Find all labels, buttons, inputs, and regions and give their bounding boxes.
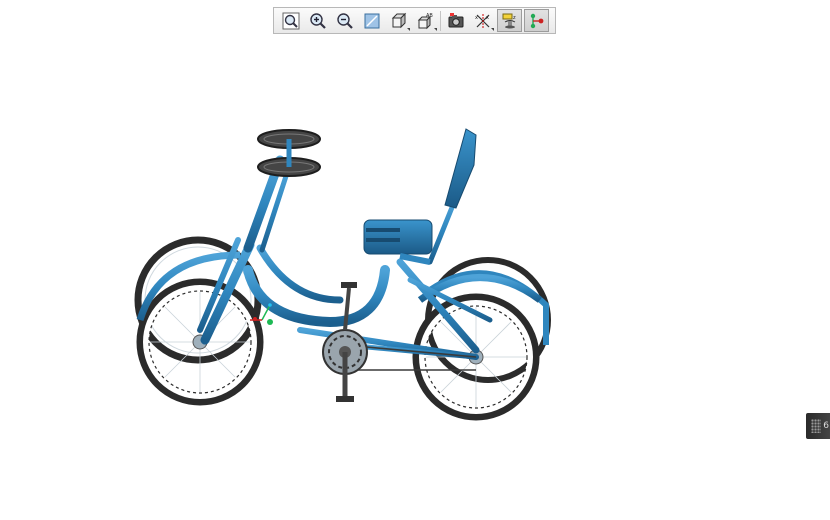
zoom-in-button[interactable] (305, 9, 330, 32)
svg-text:AB: AB (426, 13, 433, 19)
svg-text:x: x (475, 15, 478, 21)
repaint-button[interactable] (359, 9, 384, 32)
saved-views-icon: AB (417, 13, 433, 29)
model-viewport[interactable] (0, 40, 830, 520)
camera-icon (448, 12, 463, 27)
display-style-button[interactable] (386, 9, 411, 32)
spin-center-button[interactable]: z (497, 9, 522, 32)
dropdown-caret-icon (491, 28, 494, 31)
graphics-toolbar: AB x x z (273, 7, 556, 34)
zoom-fit-button[interactable] (278, 9, 303, 32)
zoom-out-button[interactable] (332, 9, 357, 32)
annotation-display-button[interactable] (524, 9, 549, 32)
dropdown-caret-icon (434, 28, 437, 31)
tricycle-model[interactable] (134, 128, 551, 421)
svg-text:z: z (513, 15, 516, 21)
spin-center-icon: z (502, 13, 516, 28)
dropdown-caret-icon (407, 28, 410, 31)
seat (363, 128, 477, 265)
toolbar-separator (440, 10, 441, 31)
repaint-icon (364, 13, 379, 28)
zoom-in-icon (309, 12, 326, 29)
datum-axes-icon: x x (475, 13, 489, 28)
grip-icon (811, 419, 821, 433)
svg-text:x: x (486, 15, 489, 21)
screenshot-button[interactable] (443, 9, 468, 32)
side-panel-label: 6 (823, 421, 829, 431)
view-manager-button[interactable]: AB (413, 9, 438, 32)
zoom-fit-icon (282, 12, 299, 29)
collapsed-side-panel-tab[interactable]: 6 (806, 413, 830, 439)
front-wheel (136, 278, 264, 406)
cube-icon (391, 12, 406, 28)
datum-display-button[interactable]: x x (470, 9, 495, 32)
handlebars (257, 129, 321, 177)
node-graph-icon (530, 13, 543, 28)
zoom-out-icon (336, 12, 353, 29)
